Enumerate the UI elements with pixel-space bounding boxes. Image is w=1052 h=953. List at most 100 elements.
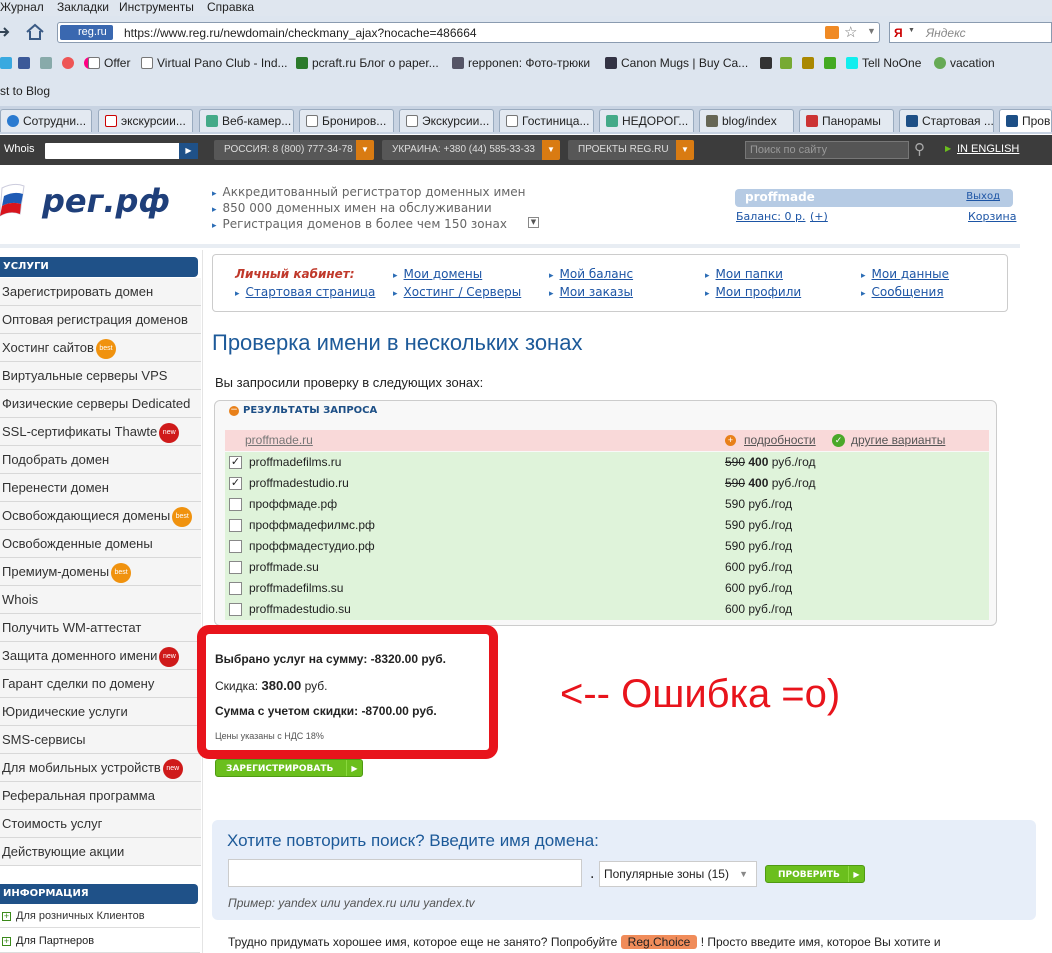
bookmark-post-to-blog[interactable]: st to Blog bbox=[0, 84, 50, 98]
reg-choice-link[interactable]: Reg.Choice bbox=[620, 935, 698, 949]
site-logo[interactable]: рег.рф bbox=[0, 176, 190, 226]
other-variants-link[interactable]: другие варианты bbox=[851, 430, 945, 451]
star-icon[interactable]: ☆ bbox=[844, 23, 857, 41]
sidebar-item[interactable]: Для мобильных устройств new bbox=[0, 754, 201, 782]
balance-link[interactable]: Баланс: 0 р. bbox=[736, 210, 805, 223]
sidebar-item[interactable]: SSL-сертификаты Thawte new bbox=[0, 418, 201, 446]
details-plus-icon[interactable]: + bbox=[725, 435, 736, 446]
tab-1[interactable]: Сотрудни... bbox=[0, 109, 92, 132]
tab-2[interactable]: экскурсии... bbox=[98, 109, 193, 132]
sidebar-item[interactable]: Юридические услуги bbox=[0, 698, 201, 726]
bookmark-virtual-pano[interactable]: Virtual Pano Club - Ind... bbox=[141, 56, 288, 70]
info-item-partners[interactable]: + Для Партнеров bbox=[0, 930, 200, 953]
sidebar-item[interactable]: Получить WM-аттестат bbox=[0, 614, 201, 642]
site-identity-badge[interactable]: reg.ru bbox=[60, 25, 113, 40]
sidebar-item[interactable]: Гарант сделки по домену bbox=[0, 670, 201, 698]
engine-dropdown-icon[interactable]: ▼ bbox=[908, 27, 915, 34]
russia-phone-button[interactable]: РОССИЯ: 8 (800) 777-34-78 ▼ bbox=[214, 140, 374, 160]
rss-icon[interactable] bbox=[825, 26, 839, 39]
domain-checkbox[interactable] bbox=[229, 603, 242, 616]
bookmark-offer[interactable]: Offer bbox=[88, 56, 130, 70]
sidebar-item[interactable]: Освобождающиеся домены best bbox=[0, 502, 201, 530]
address-bar[interactable]: reg.ru https://www.reg.ru/newdomain/chec… bbox=[57, 22, 880, 43]
cabinet-messages[interactable]: ▸ Сообщения bbox=[861, 285, 944, 299]
domain-checkbox[interactable] bbox=[229, 582, 242, 595]
tab-5[interactable]: Экскурсии... bbox=[399, 109, 494, 132]
check-button[interactable]: ПРОВЕРИТЬ ▶ bbox=[765, 865, 865, 883]
chevron-down-icon[interactable]: ▼ bbox=[867, 26, 876, 36]
yandex-icon[interactable]: Я bbox=[894, 26, 903, 40]
site-search-input[interactable]: Поиск по сайту bbox=[745, 141, 909, 159]
sidebar-item[interactable]: SMS-сервисы bbox=[0, 726, 201, 754]
whois-input[interactable] bbox=[45, 143, 198, 159]
projects-button[interactable]: ПРОЕКТЫ REG.RU ▼ bbox=[568, 140, 694, 160]
forward-icon[interactable] bbox=[0, 26, 12, 38]
queried-domain-link[interactable]: proffmade.ru bbox=[245, 430, 313, 451]
domain-checkbox[interactable] bbox=[229, 540, 242, 553]
sidebar-item[interactable]: Оптовая регистрация доменов bbox=[0, 306, 201, 334]
cabinet-start-page[interactable]: ▸ Стартовая страница bbox=[235, 285, 375, 299]
cart-link[interactable]: Корзина bbox=[968, 210, 1016, 223]
menu-help[interactable]: Справка bbox=[207, 0, 254, 14]
bookmark-tell-noone[interactable]: Tell NoOne bbox=[846, 56, 921, 70]
grid-icon[interactable] bbox=[802, 56, 818, 70]
domain-checkbox[interactable] bbox=[229, 498, 242, 511]
url-text[interactable]: https://www.reg.ru/newdomain/checkmany_a… bbox=[124, 26, 477, 40]
tab-6[interactable]: Гостиница... bbox=[499, 109, 594, 132]
twitter-icon[interactable] bbox=[0, 56, 16, 70]
home-icon[interactable] bbox=[25, 23, 45, 41]
bookmark-pcraft[interactable]: pcraft.ru Блог о paper... bbox=[296, 56, 439, 70]
search-icon[interactable]: ⚲ bbox=[914, 140, 925, 158]
logout-link[interactable]: Выход bbox=[966, 191, 1000, 202]
sidebar-item[interactable]: Освобожденные домены bbox=[0, 530, 201, 558]
balance-add-link[interactable]: (+) bbox=[810, 210, 828, 223]
pin-icon[interactable] bbox=[824, 56, 840, 70]
sidebar-item[interactable]: Виртуальные серверы VPS bbox=[0, 362, 201, 390]
menu-bookmarks[interactable]: Закладки bbox=[57, 0, 109, 14]
flower-icon[interactable] bbox=[62, 56, 78, 70]
bookmark-vacation[interactable]: vacation bbox=[934, 56, 995, 70]
english-link[interactable]: IN ENGLISH bbox=[957, 143, 1019, 155]
domain-checkbox[interactable]: ✓ bbox=[229, 477, 242, 490]
bookmark-canon-mugs[interactable]: Canon Mugs | Buy Ca... bbox=[605, 56, 748, 70]
bookmark-repponen[interactable]: repponen: Фото-трюки bbox=[452, 56, 590, 70]
ukraine-phone-button[interactable]: УКРАИНА: +380 (44) 585-33-33 ▼ bbox=[382, 140, 560, 160]
cabinet-my-data[interactable]: ▸ Мои данные bbox=[861, 267, 949, 281]
header-expand-icon[interactable]: ▼ bbox=[528, 217, 539, 228]
collapse-icon[interactable]: − bbox=[229, 406, 239, 416]
sidebar-item[interactable]: Премиум-домены best bbox=[0, 558, 201, 586]
sidebar-item[interactable]: Хостинг сайтов best bbox=[0, 334, 201, 362]
whois-go-button[interactable]: ▶ bbox=[179, 143, 198, 159]
sidebar-item[interactable]: Whois bbox=[0, 586, 201, 614]
sidebar-item[interactable]: Подобрать домен bbox=[0, 446, 201, 474]
sidebar-item[interactable]: Физические серверы Dedicated bbox=[0, 390, 201, 418]
tab-active[interactable]: Пров bbox=[999, 109, 1052, 132]
sidebar-item[interactable]: Действующие акции bbox=[0, 838, 201, 866]
facebook-icon[interactable] bbox=[18, 56, 34, 70]
mail-icon[interactable] bbox=[40, 56, 56, 70]
details-link[interactable]: подробности bbox=[744, 430, 816, 451]
cabinet-my-folders[interactable]: ▸ Мои папки bbox=[705, 267, 783, 281]
tab-4[interactable]: Брониров... bbox=[299, 109, 394, 132]
tab-10[interactable]: Стартовая ... bbox=[899, 109, 994, 132]
menu-tools[interactable]: Инструменты bbox=[119, 0, 194, 14]
search-engine-box[interactable]: Я ▼ Яндекс bbox=[889, 22, 1052, 43]
tab-7[interactable]: НЕДОРОГ... bbox=[599, 109, 694, 132]
domain-name-input[interactable] bbox=[228, 859, 582, 887]
film-icon[interactable] bbox=[760, 56, 776, 70]
zones-select[interactable]: Популярные зоны (15) ▼ bbox=[599, 861, 757, 887]
domain-checkbox[interactable] bbox=[229, 561, 242, 574]
cabinet-my-balance[interactable]: ▸ Мой баланс bbox=[549, 267, 633, 281]
tab-8[interactable]: blog/index bbox=[699, 109, 794, 132]
domain-checkbox[interactable] bbox=[229, 519, 242, 532]
register-button[interactable]: ЗАРЕГИСТРИРОВАТЬ ▶ bbox=[215, 759, 363, 777]
sidebar-item[interactable]: Зарегистрировать домен bbox=[0, 278, 201, 306]
sidebar-item[interactable]: Стоимость услуг bbox=[0, 810, 201, 838]
sidebar-item[interactable]: Перенести домен bbox=[0, 474, 201, 502]
sidebar-item[interactable]: Реферальная программа bbox=[0, 782, 201, 810]
info-item-retail[interactable]: + Для розничных Клиентов bbox=[0, 905, 200, 928]
cabinet-my-profiles[interactable]: ▸ Мои профили bbox=[705, 285, 801, 299]
tab-3[interactable]: Веб-камер... bbox=[199, 109, 294, 132]
cabinet-hosting[interactable]: ▸ Хостинг / Серверы bbox=[393, 285, 521, 299]
sidebar-item[interactable]: Защита доменного имени new bbox=[0, 642, 201, 670]
